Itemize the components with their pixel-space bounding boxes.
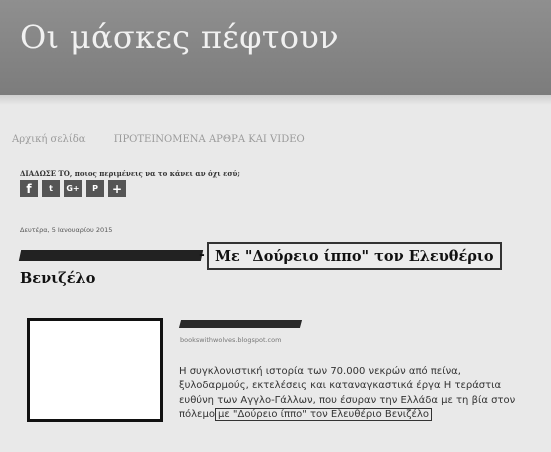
post-thumbnail[interactable]	[27, 318, 163, 422]
add-icon[interactable]: +	[108, 180, 126, 197]
nav-bar: Αρχική σελίδα ΠΡΟΤΕΙΝΟΜΕΝΑ ΑΡΘΡΑ ΚΑΙ VID…	[12, 127, 305, 146]
excerpt-highlight: με "Δούρειο ίππο" τον Ελευθέριο Βενιζέλο	[214, 407, 432, 421]
post-excerpt: Η συγκλονιστική ιστορία των 70.000 νεκρώ…	[179, 365, 547, 422]
post-source[interactable]: bookswithwolves.blogspot.com	[180, 336, 281, 344]
redacted-title-part	[18, 250, 204, 261]
share-buttons: f t G+ P +	[20, 180, 126, 197]
twitter-icon[interactable]: t	[42, 180, 60, 197]
redacted-author	[178, 320, 303, 328]
share-label: ΔΙΑΔΩΣΕ ΤΟ, ποιος περιμένεις να το κάνει…	[20, 169, 240, 178]
post-date: Δευτέρα, 5 Ιανουαρίου 2015	[20, 226, 113, 234]
nav-link-featured[interactable]: ΠΡΟΤΕΙΝΟΜΕΝΑ ΑΡΘΡΑ ΚΑΙ VIDEO	[114, 134, 305, 145]
excerpt-text: πόλεμο	[179, 408, 215, 420]
excerpt-line: πόλεμο με "Δούρειο ίππο" τον Ελευθέριο Βε…	[179, 407, 547, 422]
facebook-icon[interactable]: f	[20, 180, 38, 197]
post-title-line2[interactable]: Βενιζέλο	[20, 270, 95, 287]
nav-link-home[interactable]: Αρχική σελίδα	[12, 134, 86, 145]
excerpt-line: ευθύνη των Αγγλο-Γάλλων, που έσυραν την …	[179, 394, 516, 406]
pinterest-icon[interactable]: P	[86, 180, 104, 197]
excerpt-line: Η συγκλονιστική ιστορία των 70.000 νεκρώ…	[179, 366, 461, 377]
excerpt-line: ξυλοδαρμούς, εκτελέσεις και καταναγκαστι…	[179, 380, 502, 392]
title-dash: -	[199, 247, 205, 263]
blog-header: Οι μάσκες πέφτουν	[0, 0, 551, 105]
blog-title[interactable]: Οι μάσκες πέφτουν	[20, 18, 339, 56]
google-plus-icon[interactable]: G+	[64, 180, 82, 197]
post-title-boxed[interactable]: Με "Δούρειο ίππο" τον Ελευθέριο	[207, 242, 502, 270]
